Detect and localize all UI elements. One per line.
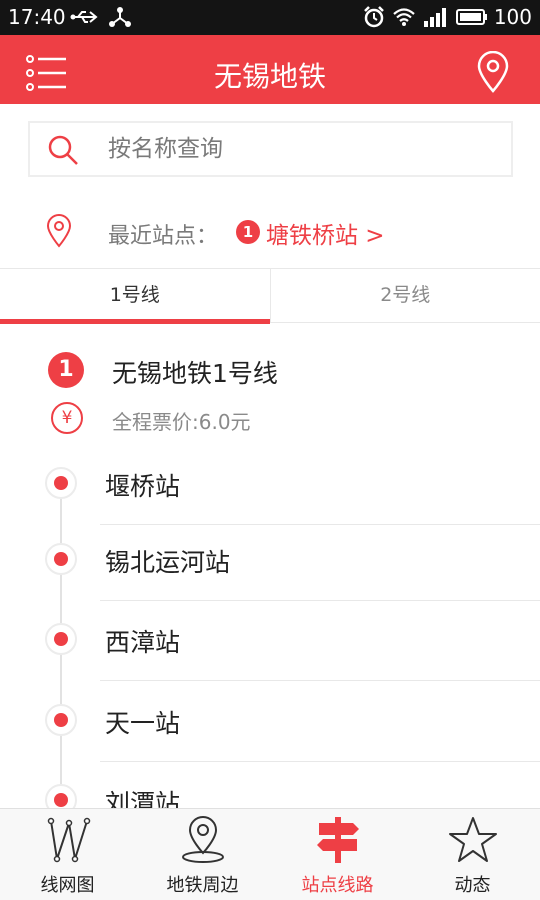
- station-list: 堰桥站 锡北运河站 西漳站 天一站 刘潭站: [0, 445, 540, 808]
- app-header: 无锡地铁: [0, 35, 540, 104]
- nav-label: 动态: [454, 875, 491, 896]
- station-item[interactable]: 堰桥站: [0, 445, 540, 525]
- tab-line-2[interactable]: 2号线: [271, 269, 540, 322]
- station-item[interactable]: 锡北运河站: [0, 521, 540, 601]
- signpost-icon: [313, 815, 363, 865]
- bottom-nav: 线网图 地铁周边 站点线路 动态: [0, 808, 540, 900]
- line-name: 无锡地铁1号线: [112, 359, 278, 388]
- tab-line-1[interactable]: 1号线: [0, 269, 271, 324]
- station-item[interactable]: 刘潭站: [0, 762, 540, 808]
- search-input[interactable]: [108, 131, 488, 167]
- nearest-station-link[interactable]: 塘铁桥站 >: [266, 216, 385, 250]
- station-dot-icon: [45, 784, 77, 808]
- status-time: 17:40: [8, 5, 66, 29]
- nav-label: 站点线路: [301, 875, 374, 896]
- nearest-station-row[interactable]: 最近站点： 1 塘铁桥站 >: [0, 200, 540, 264]
- share-icon: [108, 4, 132, 30]
- battery-level: 100: [493, 5, 532, 29]
- location-pin-icon: [178, 815, 228, 865]
- alarm-icon: [362, 4, 386, 30]
- status-bar: 17:40 100: [0, 0, 540, 35]
- line-tabs: 1号线 2号线: [0, 268, 540, 324]
- wifi-icon: [392, 4, 416, 30]
- page-title: 无锡地铁: [213, 60, 326, 93]
- nav-nearby[interactable]: 地铁周边: [135, 809, 270, 900]
- nav-network-map[interactable]: 线网图: [0, 809, 135, 900]
- star-icon: [448, 815, 498, 865]
- nav-label: 线网图: [40, 875, 95, 896]
- search-icon: [47, 134, 79, 166]
- nav-label: 地铁周边: [166, 875, 239, 896]
- station-item[interactable]: 天一站: [0, 682, 540, 762]
- fare-text: 全程票价:6.0元: [112, 410, 251, 434]
- station-dot-icon: [45, 704, 77, 736]
- nav-stations-lines[interactable]: 站点线路: [270, 809, 405, 900]
- nav-news[interactable]: 动态: [405, 809, 540, 900]
- station-name: 堰桥站: [105, 472, 181, 501]
- line-badge: 1: [236, 220, 260, 244]
- station-dot-icon: [45, 467, 77, 499]
- station-item[interactable]: 西漳站: [0, 601, 540, 681]
- signal-icon: [422, 4, 448, 30]
- network-map-icon: [43, 815, 93, 865]
- location-pin-icon[interactable]: [476, 50, 510, 93]
- station-name: 刘潭站: [105, 789, 181, 808]
- station-name: 锡北运河站: [105, 548, 231, 577]
- line-info: 1 无锡地铁1号线 ¥ 全程票价:6.0元: [0, 330, 540, 445]
- divider: [100, 680, 540, 681]
- nearest-label: 最近站点：: [108, 224, 219, 249]
- yen-icon: ¥: [51, 402, 83, 434]
- station-name: 天一站: [105, 709, 181, 738]
- usb-icon: [70, 4, 100, 30]
- station-dot-icon: [45, 543, 77, 575]
- line-number-badge: 1: [48, 352, 84, 388]
- battery-icon: [456, 4, 488, 30]
- search-box[interactable]: [28, 121, 513, 177]
- location-pin-icon: [45, 214, 73, 248]
- station-dot-icon: [45, 623, 77, 655]
- station-name: 西漳站: [105, 628, 181, 657]
